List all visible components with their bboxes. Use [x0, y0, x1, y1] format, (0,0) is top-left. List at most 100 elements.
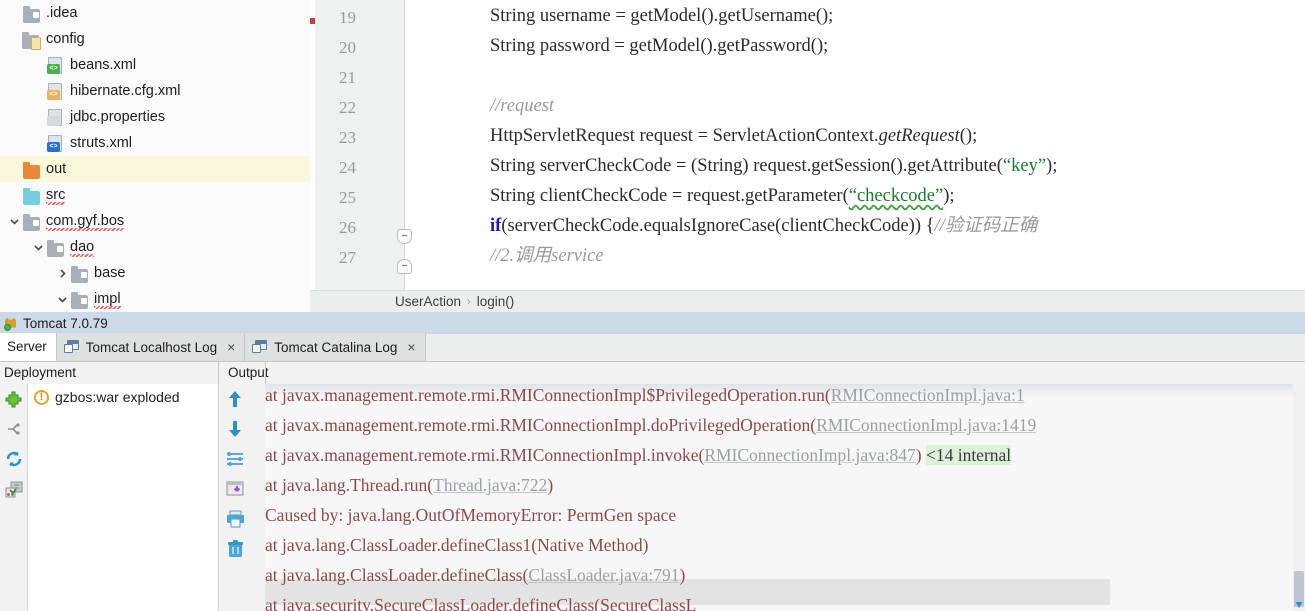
console-line: at java.lang.Thread.run(Thread.java:722) — [265, 470, 553, 500]
warning-icon: ! — [34, 389, 49, 405]
deployment-toolbar[interactable] — [0, 384, 27, 611]
console-line: at javax.management.remote.rmi.RMIConnec… — [265, 440, 1012, 470]
code-token: //request — [490, 96, 555, 116]
package-icon — [22, 213, 41, 231]
tree-item-beans-xml[interactable]: <> beans.xml — [0, 52, 310, 78]
tomcat-run-panel: Tomcat 7.0.79 Server Tomcat Localhost Log… — [0, 312, 1305, 611]
console-output[interactable]: at javax.management.remote.rmi.RMIConnec… — [265, 384, 1305, 611]
tree-item-hibernate-cfg-xml[interactable]: <> hibernate.cfg.xml — [0, 78, 310, 104]
tree-item-base[interactable]: base — [0, 260, 310, 286]
tree-item-label: config — [46, 31, 85, 47]
clear-all-icon[interactable] — [219, 534, 251, 564]
code-token: if — [490, 216, 502, 236]
console-line: at java.security.SecureClassLoader.defin… — [265, 590, 696, 611]
log-tab-icon — [63, 340, 80, 354]
code-line: String serverCheckCode = (String) reques… — [490, 151, 1057, 181]
tree-item-src[interactable]: src — [0, 182, 310, 208]
tree-item-label: hibernate.cfg.xml — [70, 83, 181, 99]
tree-item-label: impl — [94, 291, 121, 309]
tree-item-jdbc-properties[interactable]: jdbc.properties — [0, 104, 310, 130]
scroll-up-icon[interactable] — [219, 384, 251, 414]
export-to-file-icon[interactable] — [219, 474, 251, 504]
tree-twisty-down[interactable] — [54, 286, 70, 312]
tree-item-label: .idea — [46, 5, 78, 21]
tomcat-tab-strip[interactable]: Server Tomcat Localhost Log × Tomcat Catali… — [0, 333, 1305, 362]
code-line: if(serverCheckCode.equalsIgnoreCase(clie… — [490, 211, 1037, 241]
code-editor[interactable]: 19 20 21 22 23 24 25 26 27− − String username = g… — [310, 0, 1305, 290]
tree-twisty-right[interactable] — [54, 260, 70, 286]
tree-twisty-none — [6, 0, 22, 26]
console-token[interactable]: RMIConnectionImpl.java:1419 — [816, 415, 1036, 435]
tab-close-icon[interactable]: × — [227, 340, 235, 354]
tree-item--idea[interactable]: .idea — [0, 0, 310, 26]
tree-item-config[interactable]: config — [0, 26, 310, 52]
update-resources-icon[interactable] — [0, 444, 27, 474]
tab-tomcat-catalina-log[interactable]: Tomcat Catalina Log × — [245, 333, 426, 361]
deploy-all-icon[interactable] — [0, 474, 27, 504]
tree-item-impl[interactable]: impl — [0, 286, 310, 312]
console-line: at java.lang.ClassLoader.defineClass1(Na… — [265, 530, 648, 560]
tree-item-out[interactable]: out — [0, 156, 310, 182]
tree-twisty-down[interactable] — [6, 208, 22, 234]
tab-close-icon[interactable]: × — [407, 340, 415, 354]
code-line: HttpServletRequest request = ServletActi… — [490, 121, 977, 151]
project-tree-panel[interactable]: .idea config <> beans.xml <> hibernate.cfg.xm… — [0, 0, 310, 312]
gutter-line-number: 24 — [339, 158, 356, 177]
gutter-line-number: 27 — [339, 248, 356, 267]
package-icon — [70, 291, 89, 309]
code-token: String username = getModel().getUsername… — [490, 6, 834, 26]
tree-item-struts-xml[interactable]: <> struts.xml — [0, 130, 310, 156]
console-token[interactable]: RMIConnectionImpl.java:847 — [704, 445, 915, 465]
deployment-artifact-row[interactable]: ! gzbos:war exploded — [28, 384, 217, 410]
console-token[interactable]: Thread.java:722 — [433, 475, 547, 495]
deployment-artifact-list[interactable]: ! gzbos:war exploded — [27, 384, 217, 611]
tree-twisty-none — [30, 52, 46, 78]
properties-file-icon — [46, 108, 65, 126]
scrollbar-down-arrow-icon[interactable] — [1294, 597, 1304, 611]
log-tab-icon — [252, 340, 268, 354]
code-line: String clientCheckCode = request.getPara… — [490, 181, 955, 211]
output-toolbar[interactable] — [218, 384, 250, 611]
breadcrumb-method[interactable]: login() — [477, 294, 515, 309]
tree-item-label: src — [46, 187, 66, 205]
tab-server[interactable]: Server — [0, 333, 57, 361]
code-line: //request — [490, 91, 554, 121]
deployment-header: Deployment — [4, 365, 77, 380]
console-line: Caused by: java.lang.OutOfMemoryError: P… — [265, 500, 676, 530]
tab-label: Tomcat Localhost Log — [85, 339, 218, 355]
breadcrumb[interactable]: UserAction › login() — [310, 290, 1305, 312]
xml-green-file-icon: <> — [46, 56, 65, 74]
editor-gutter[interactable]: 19 20 21 22 23 24 25 26 27− − — [315, 0, 412, 290]
print-icon[interactable] — [219, 504, 251, 534]
breadcrumb-separator-icon: › — [467, 295, 471, 308]
breadcrumb-class[interactable]: UserAction — [395, 294, 461, 309]
tomcat-running-icon — [4, 316, 19, 331]
scroll-down-icon[interactable] — [219, 414, 251, 444]
ide-window: .idea config <> beans.xml <> hibernate.cfg.xm… — [0, 0, 1305, 611]
deploy-artifact-icon[interactable] — [0, 384, 27, 414]
tree-twisty-down[interactable] — [30, 234, 46, 260]
tree-item-label: jdbc.properties — [70, 109, 166, 125]
tree-twisty-none — [6, 182, 22, 208]
console-token[interactable]: RMIConnectionImpl.java:1 — [831, 385, 1025, 405]
redeploy-icon[interactable] — [0, 414, 27, 444]
tomcat-title-bar: Tomcat 7.0.79 — [0, 312, 1305, 334]
tree-item-com-gyf-bos[interactable]: com.gyf.bos — [0, 208, 310, 234]
folder-orange-icon — [22, 161, 41, 179]
artifact-label: gzbos:war exploded — [55, 389, 180, 405]
code-token: ); — [943, 186, 955, 206]
gutter-line-number: 20 — [339, 38, 356, 57]
tree-twisty-none — [6, 26, 22, 52]
console-line: at java.lang.ClassLoader.defineClass(Cla… — [265, 560, 685, 590]
code-token: HttpServletRequest request = ServletActi… — [490, 126, 879, 146]
console-scrollbar[interactable] — [1293, 384, 1305, 611]
tab-label: Server — [7, 339, 47, 354]
soft-wrap-icon[interactable] — [219, 444, 251, 474]
console-token: at java.lang.ClassLoader.defineClass1(Na… — [265, 535, 649, 555]
code-text-area[interactable]: String username = getModel().getUsername… — [406, 0, 1305, 290]
tab-tomcat-localhost-log[interactable]: Tomcat Localhost Log × — [56, 333, 246, 361]
console-line: at javax.management.remote.rmi.RMIConnec… — [265, 384, 1025, 410]
top-area: .idea config <> beans.xml <> hibernate.cfg.xm… — [0, 0, 1305, 312]
tree-item-dao[interactable]: dao — [0, 234, 310, 260]
console-token[interactable]: ClassLoader.java:791 — [528, 565, 679, 585]
